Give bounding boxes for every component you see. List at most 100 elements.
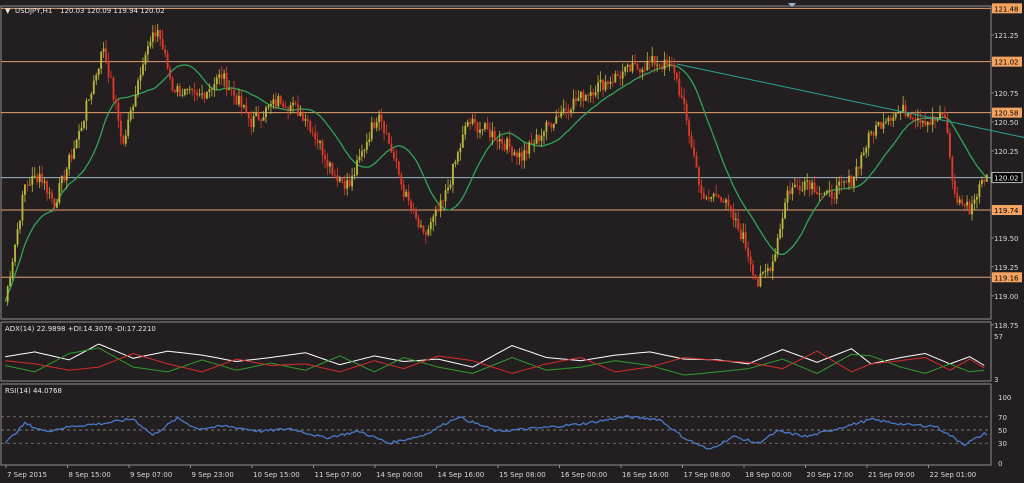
price-tick-label: 118.75 [994, 322, 1019, 330]
candle-body [228, 89, 231, 91]
candle-body [112, 77, 115, 100]
candle-body [146, 45, 149, 55]
candle-body [907, 113, 909, 117]
candle-body [370, 122, 373, 140]
candle-body [191, 88, 194, 91]
candle-body [720, 197, 723, 202]
candle-body [520, 152, 523, 161]
candle-body [621, 71, 624, 79]
candle-body [250, 118, 253, 128]
candle-body [119, 120, 122, 137]
candle-body [656, 64, 659, 66]
candle-body [732, 208, 735, 221]
candle-body [161, 38, 164, 50]
candle-body [912, 118, 914, 120]
candle-body [725, 199, 727, 203]
candle-body [791, 187, 794, 194]
candle-body [361, 151, 363, 157]
candle-body [284, 106, 287, 109]
candle-body [55, 202, 58, 208]
candle-body [51, 192, 53, 199]
candle-body [971, 203, 973, 215]
candle-body [127, 119, 130, 136]
candle-body [331, 162, 334, 176]
candle-body [41, 174, 44, 183]
candle-body [213, 83, 216, 89]
candle-body [761, 272, 764, 274]
candle-body [65, 169, 68, 181]
candle-body [469, 121, 472, 124]
candle-body [513, 152, 516, 156]
candle-body [461, 134, 464, 148]
candle-body [535, 134, 538, 144]
candle-body [267, 105, 270, 108]
candle-body [594, 92, 597, 96]
candle-body [941, 112, 944, 115]
candle-body [690, 135, 693, 148]
candle-body [688, 120, 691, 136]
price-tick-label: 120.75 [994, 90, 1019, 98]
candle-body [894, 113, 897, 118]
candle-body [230, 89, 233, 90]
candle-body [274, 99, 277, 107]
candle-body [324, 154, 326, 160]
candle-body [811, 182, 814, 189]
candle-body [572, 98, 575, 110]
candle-body [786, 190, 789, 203]
candle-body [176, 86, 179, 92]
candle-body [262, 117, 265, 121]
candle-body [602, 79, 604, 90]
price-tick-label: 119.50 [994, 235, 1019, 243]
candle-body [422, 225, 425, 233]
candle-body [321, 141, 324, 155]
candle-body [540, 135, 543, 141]
candle-body [144, 54, 147, 65]
candle-body [757, 278, 759, 287]
candle-body [358, 156, 361, 161]
candle-body [646, 60, 649, 70]
candle-body [479, 129, 481, 133]
candle-body [518, 152, 521, 158]
candle-body [336, 175, 339, 182]
candle-body [412, 208, 415, 210]
candle-body [90, 93, 93, 100]
candle-body [892, 117, 895, 121]
candle-body [614, 73, 617, 83]
candle-body [395, 158, 398, 162]
candle-body [319, 141, 322, 144]
candle-body [348, 180, 351, 187]
candle-body [636, 63, 639, 69]
candle-body [653, 55, 656, 65]
time-tick-label: 16 Sep 16:00 [622, 471, 669, 479]
candle-body [341, 178, 344, 182]
candle-body [538, 134, 540, 141]
candle-body [503, 143, 506, 150]
candle-body [203, 93, 206, 99]
candle-body [821, 193, 823, 195]
price-tick-label: 120.25 [994, 148, 1019, 156]
candle-body [631, 62, 634, 72]
dropdown-icon[interactable]: ▼ [5, 7, 11, 15]
candle-body [16, 229, 19, 245]
chart-canvas[interactable]: 121.25 120.75 120.50 120.25 119.50 119.25 119.… [0, 0, 1024, 483]
candle-body [410, 200, 413, 209]
level-badge-label: 120.02 [994, 175, 1019, 183]
candle-body [181, 94, 184, 96]
candle-body [225, 73, 228, 91]
candle-body [23, 184, 26, 195]
candle-body [132, 106, 135, 111]
candle-body [666, 59, 668, 66]
candle-body [511, 146, 513, 156]
candle-body [562, 108, 565, 112]
candle-body [916, 118, 919, 120]
rsi-tick-label: 0 [998, 460, 1002, 468]
rsi-label: RSI(14) 44.0768 [5, 387, 62, 395]
candle-body [673, 65, 676, 73]
candle-body [343, 181, 346, 189]
candle-body [909, 113, 912, 119]
candle-body [919, 118, 922, 123]
candle-body [533, 143, 536, 145]
candle-body [641, 69, 644, 73]
candle-body [929, 121, 932, 125]
candle-body [14, 244, 16, 262]
